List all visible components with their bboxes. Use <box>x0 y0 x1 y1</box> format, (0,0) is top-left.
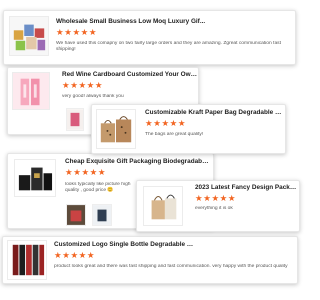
kraft-bag-thumbnail[interactable] <box>96 109 136 149</box>
review-text: everything it is ok <box>195 206 233 211</box>
review-text: The bags are great quality! <box>145 132 204 137</box>
review-text: product looks great and there was fast s… <box>54 264 288 269</box>
review-text: looks typically like picture high qualit… <box>65 182 131 194</box>
wine-box-thumbnail[interactable] <box>12 72 50 110</box>
bottle-box-thumbnail[interactable] <box>7 240 47 280</box>
smiley-icon: 😊 <box>107 188 114 194</box>
review-product-title[interactable]: Customizable Kraft Paper Bag Degradable … <box>145 109 283 116</box>
rating-stars: ★★★★★ <box>56 27 98 37</box>
rating-stars: ★★★★★ <box>145 118 187 128</box>
gift-box-stack-thumbnail[interactable] <box>9 16 49 56</box>
review-text: We have used this comapny on two fairly … <box>56 41 281 53</box>
review-text: very good! always thank you <box>62 94 124 99</box>
review-product-title[interactable]: Cheap Exquisite Gift Packaging Biodegrad… <box>65 158 210 165</box>
review-card-6[interactable]: Customized Logo Single Bottle Degradable… <box>2 236 298 284</box>
rating-stars: ★★★★★ <box>54 250 96 260</box>
review-photo[interactable] <box>66 108 84 131</box>
review-product-title[interactable]: Customized Logo Single Bottle Degradable… <box>54 241 194 248</box>
review-card-5[interactable]: 2023 Latest Fancy Design Packaging ... ★… <box>136 180 300 232</box>
review-photo[interactable] <box>66 204 86 226</box>
rating-stars: ★★★★★ <box>195 193 237 203</box>
review-product-title[interactable]: Red Wine Cardboard Customized Your Own L… <box>62 71 197 78</box>
fancy-bag-thumbnail[interactable] <box>143 186 183 226</box>
review-photo[interactable] <box>92 204 112 226</box>
rating-stars: ★★★★★ <box>65 167 107 177</box>
review-product-title[interactable]: 2023 Latest Fancy Design Packaging ... <box>195 184 299 191</box>
review-card-1[interactable]: Wholesale Small Business Low Moq Luxury … <box>3 10 296 65</box>
review-product-title[interactable]: Wholesale Small Business Low Moq Luxury … <box>56 18 292 25</box>
rating-stars: ★★★★★ <box>62 80 104 90</box>
black-gift-bag-thumbnail[interactable] <box>14 159 56 197</box>
review-card-3[interactable]: Customizable Kraft Paper Bag Degradable … <box>91 104 286 154</box>
